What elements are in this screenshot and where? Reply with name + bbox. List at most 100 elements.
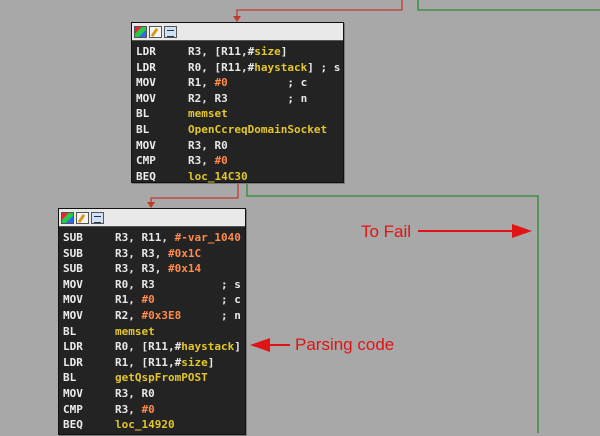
instruction-row[interactable]: LDR R3, [R11,# size]: [136, 44, 343, 60]
mnemonic: BL: [63, 324, 77, 338]
mnemonic: MOV: [63, 277, 83, 291]
mnemonic: SUB: [63, 231, 83, 244]
operand: R1, [R11,#: [115, 355, 182, 369]
instruction-row[interactable]: SUB R3, R3, #0x1C: [63, 246, 245, 262]
to-fail-annotation: To Fail: [361, 222, 412, 241]
edge-true-top: [417, 0, 600, 11]
mnemonic: BL: [63, 371, 77, 385]
instruction-row[interactable]: MOV R2, #0x3E8 ; n: [63, 308, 245, 324]
mnemonic: MOV: [136, 91, 156, 105]
symbol-reference[interactable]: OpenCcreqDomainSocket: [188, 122, 327, 138]
operand: R3, R3,: [115, 246, 168, 260]
mnemonic: LDR: [63, 355, 83, 369]
edit-icon[interactable]: [76, 211, 89, 224]
symbol-reference[interactable]: memset: [115, 324, 155, 340]
operand: ; c: [154, 293, 241, 307]
mnemonic: LDR: [136, 60, 156, 74]
operand: R3,: [115, 402, 142, 416]
operand: R2, R3: [188, 91, 228, 105]
immediate-value: #-var_1040: [174, 231, 241, 244]
edit-icon[interactable]: [149, 25, 162, 38]
mnemonic: BEQ: [63, 418, 83, 432]
instruction-row[interactable]: SUB R3, R3, #0x14: [63, 261, 245, 277]
mnemonic: MOV: [136, 138, 156, 152]
operand: R3, R0: [188, 138, 228, 152]
instruction-row[interactable]: CMP R3, #0: [63, 402, 245, 418]
operand: R1,: [188, 76, 215, 90]
graph-icon[interactable]: [91, 211, 104, 224]
operand: R3,: [188, 154, 215, 168]
block-header: [132, 23, 343, 41]
instruction-row[interactable]: CMP R3, #0: [136, 153, 343, 169]
instruction-row[interactable]: MOV R3, R0: [136, 138, 343, 154]
edge-false-top: [236, 0, 403, 20]
immediate-value: #0x3E8: [141, 308, 182, 322]
immediate-value: #0: [214, 154, 228, 168]
instruction-row[interactable]: MOV R1, #0 ; c: [136, 75, 343, 91]
mnemonic: MOV: [63, 293, 83, 307]
operand: R3, [R11,#: [188, 45, 255, 58]
mnemonic: CMP: [136, 154, 156, 168]
instruction-row[interactable]: LDR R0, [R11,# haystack]: [63, 339, 245, 355]
instruction-row[interactable]: LDR R0, [R11,# haystack] ; s: [136, 60, 343, 76]
immediate-value: #0x14: [167, 262, 202, 276]
instruction-row[interactable]: BL memset: [136, 106, 343, 122]
block-instructions: SUB R3, R11, #-var_1040 SUB R3, R3, #0x1C SU…: [59, 227, 245, 436]
parsing-code-arrowhead: [250, 338, 270, 352]
instruction-row[interactable]: SUB R3, R11, #-var_1040: [63, 230, 245, 246]
colors-icon[interactable]: [134, 25, 147, 38]
instruction-row[interactable]: LDR R1, [R11,# size]: [63, 355, 245, 371]
instruction-row[interactable]: MOV R2, R3 ; n: [136, 91, 343, 107]
operand: ; n: [181, 308, 241, 322]
operand: R3, R11,: [115, 231, 175, 244]
operand: R3, R0: [115, 386, 155, 400]
operand: ; s: [154, 277, 241, 291]
operand: ]: [280, 45, 288, 58]
instruction-row[interactable]: BL memset: [63, 324, 245, 340]
operand: R0, R3: [115, 277, 155, 291]
symbol-reference[interactable]: memset: [188, 106, 228, 122]
mnemonic: CMP: [63, 402, 83, 416]
instruction-row[interactable]: BL getQspFromPOST: [63, 370, 245, 386]
symbol-reference[interactable]: loc_14920: [115, 417, 175, 433]
operand: R2,: [115, 308, 142, 322]
immediate-value: #0: [141, 293, 155, 307]
graph-icon[interactable]: [164, 25, 177, 38]
operand: ] ; s: [307, 60, 341, 74]
code-block-1[interactable]: LDR R3, [R11,# size] LDR R0, [R11,# haystack]…: [131, 22, 344, 183]
symbol-reference[interactable]: size: [254, 44, 281, 60]
immediate-value: #0x1C: [167, 246, 202, 260]
symbol-reference[interactable]: haystack: [254, 60, 307, 76]
operand: R0, [R11,#: [188, 60, 255, 74]
instruction-row[interactable]: BEQ loc_14920: [63, 417, 245, 433]
instruction-row[interactable]: MOV R1, #0 ; c: [63, 292, 245, 308]
instruction-row[interactable]: BEQ loc_14C30: [136, 169, 343, 185]
operand: R0, [R11,#: [115, 340, 182, 354]
mnemonic: LDR: [63, 340, 83, 354]
mnemonic: BEQ: [136, 169, 156, 183]
symbol-reference[interactable]: size: [181, 355, 208, 371]
operand: ; c: [227, 76, 308, 90]
mnemonic: SUB: [63, 246, 83, 260]
operand: R3, R3,: [115, 262, 168, 276]
code-block-2[interactable]: SUB R3, R11, #-var_1040 SUB R3, R3, #0x1C SU…: [58, 208, 246, 435]
block-instructions: LDR R3, [R11,# size] LDR R0, [R11,# haystack]…: [132, 41, 343, 187]
mnemonic: MOV: [63, 308, 83, 322]
instruction-row[interactable]: MOV R3, R0: [63, 386, 245, 402]
immediate-value: #0: [214, 76, 228, 90]
instruction-row[interactable]: BL OpenCcreqDomainSocket: [136, 122, 343, 138]
symbol-reference[interactable]: loc_14C30: [188, 169, 248, 185]
mnemonic: BL: [136, 107, 150, 121]
operand: ]: [207, 355, 215, 369]
mnemonic: SUB: [63, 262, 83, 276]
to-fail-arrowhead: [512, 224, 532, 238]
symbol-reference[interactable]: getQspFromPOST: [115, 370, 208, 386]
instruction-row[interactable]: MOV R0, R3 ; s: [63, 277, 245, 293]
mnemonic: MOV: [136, 76, 156, 90]
edge-true-fail: [246, 183, 539, 433]
mnemonic: MOV: [63, 386, 83, 400]
colors-icon[interactable]: [61, 211, 74, 224]
block-header: [59, 209, 245, 227]
symbol-reference[interactable]: haystack: [181, 339, 234, 355]
parsing-code-annotation: Parsing code: [295, 335, 395, 354]
